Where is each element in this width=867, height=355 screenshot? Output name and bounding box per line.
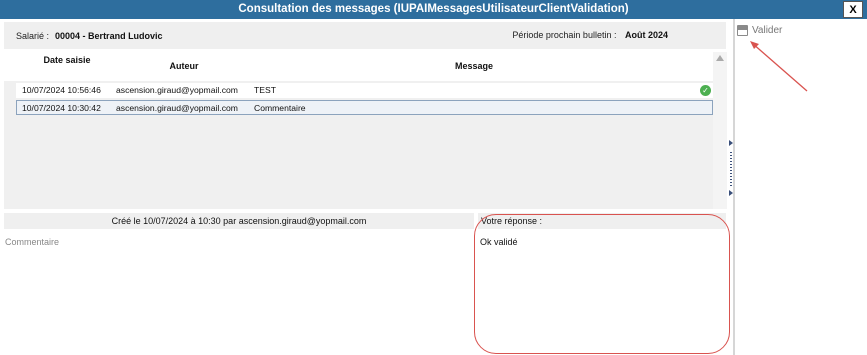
salarie-label: Salarié : [16, 30, 50, 41]
grid-header: Date saisie Auteur Message [4, 52, 713, 81]
window-title: Consultation des messages (IUPAIMessages… [238, 3, 629, 15]
cell-message: Commentaire [254, 103, 306, 113]
column-header-date[interactable]: Date saisie [42, 54, 92, 66]
scroll-up-icon[interactable] [716, 55, 724, 61]
action-panel: Valider [735, 19, 867, 355]
window-titlebar: Consultation des messages (IUPAIMessages… [0, 0, 867, 19]
column-header-author[interactable]: Auteur [154, 61, 214, 71]
period-value: Août 2024 [624, 30, 668, 40]
comment-textarea[interactable]: Commentaire [4, 234, 474, 355]
employee-header: Salarié : 00004 - Bertrand Ludovic Pério… [4, 22, 726, 49]
check-circle-icon: ✓ [700, 85, 711, 96]
salarie-value: 00004 - Bertrand Ludovic [55, 30, 163, 41]
grid-scrollbar[interactable] [713, 52, 727, 209]
main-panel: Salarié : 00004 - Bertrand Ludovic Pério… [0, 19, 733, 355]
table-row[interactable]: 10/07/2024 10:30:42 ascension.giraud@yop… [16, 100, 713, 115]
splitter-grip [730, 152, 732, 186]
annotation-arrow-icon [750, 41, 808, 92]
column-header-message[interactable]: Message [434, 61, 514, 71]
cell-author: ascension.giraud@yopmail.com [116, 103, 238, 113]
period-info: Période prochain bulletin : Août 2024 [512, 22, 668, 49]
table-row[interactable]: 10/07/2024 10:56:46 ascension.giraud@yop… [16, 83, 713, 98]
reply-textarea[interactable]: Ok validé [478, 234, 726, 355]
cell-date: 10/07/2024 10:56:46 [22, 85, 101, 95]
created-info: Créé le 10/07/2024 à 10:30 par ascension… [4, 213, 474, 229]
reply-label: Votre réponse : [478, 213, 726, 229]
cell-message: TEST [254, 85, 276, 95]
cell-date: 10/07/2024 10:30:42 [22, 103, 101, 113]
close-button[interactable]: X [843, 1, 863, 18]
cell-author: ascension.giraud@yopmail.com [116, 85, 238, 95]
messages-grid: Date saisie Auteur Message 10/07/2024 10… [4, 52, 713, 209]
period-label: Période prochain bulletin : [512, 30, 617, 40]
